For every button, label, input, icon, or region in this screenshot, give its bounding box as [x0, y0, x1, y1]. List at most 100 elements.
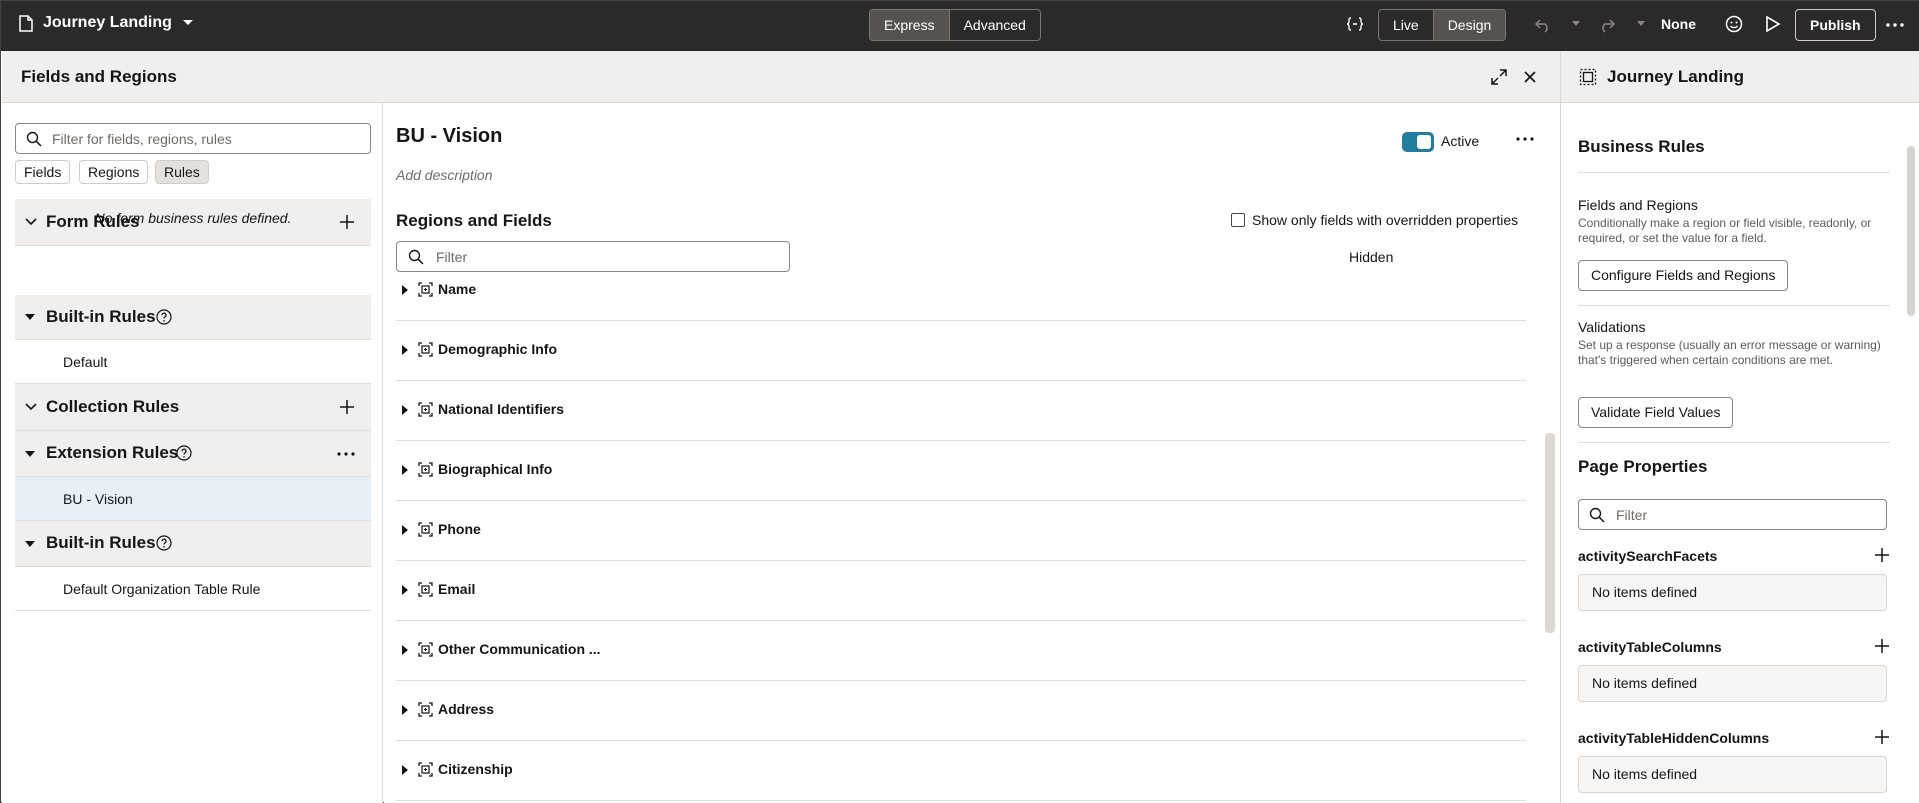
region-label: National Identifiers — [438, 401, 565, 417]
region-row[interactable]: Biographical Info — [396, 441, 1526, 501]
region-row[interactable]: Name — [396, 281, 1526, 321]
variable-icon[interactable] — [1346, 15, 1364, 33]
caret-right-icon[interactable] — [402, 645, 408, 655]
undo-icon[interactable] — [1534, 15, 1552, 33]
caret-right-icon[interactable] — [402, 765, 408, 775]
view-live-button[interactable]: Live — [1379, 10, 1433, 40]
properties-filter-input[interactable]: Filter — [1578, 499, 1887, 530]
none-selector[interactable]: None — [1661, 16, 1696, 32]
smiley-icon[interactable] — [1725, 15, 1743, 33]
validations-description: Set up a response (usually an error mess… — [1578, 338, 1881, 367]
region-icon — [418, 762, 433, 777]
scrollbar[interactable] — [1907, 146, 1915, 316]
mode-switch: Express Advanced — [869, 9, 1041, 41]
region-label: Email — [438, 581, 476, 597]
region-row[interactable]: Other Communication ... — [396, 621, 1526, 681]
active-toggle[interactable] — [1402, 132, 1434, 152]
region-icon — [418, 702, 433, 717]
add-icon[interactable] — [1874, 547, 1890, 563]
page-icon — [19, 14, 33, 32]
rules-search-input[interactable]: Filter for fields, regions, rules — [15, 123, 371, 154]
validate-field-values-button[interactable]: Validate Field Values — [1578, 397, 1734, 428]
caret-right-icon[interactable] — [402, 405, 408, 415]
more-options-icon[interactable] — [1886, 23, 1904, 27]
collection-rules-section[interactable]: Collection Rules — [15, 384, 371, 431]
mode-advanced-button[interactable]: Advanced — [948, 10, 1040, 40]
help-icon[interactable] — [156, 309, 172, 325]
caret-right-icon[interactable] — [402, 285, 408, 295]
help-icon[interactable] — [156, 535, 172, 551]
extension-rules-section[interactable]: Extension Rules — [15, 431, 371, 477]
caret-right-icon[interactable] — [402, 345, 408, 355]
view-switch: Live Design — [1378, 9, 1507, 41]
region-label: Citizenship — [438, 761, 513, 777]
add-icon[interactable] — [1874, 638, 1890, 654]
region-row[interactable]: Demographic Info — [396, 321, 1526, 381]
properties-title: Journey Landing — [1607, 67, 1744, 86]
fields-regions-subheading: Fields and Regions — [1578, 197, 1698, 213]
caret-right-icon[interactable] — [402, 585, 408, 595]
validations-subheading: Validations — [1578, 319, 1646, 335]
chip-regions[interactable]: Regions — [79, 160, 149, 184]
filter-placeholder: Filter — [1616, 506, 1648, 523]
caret-down-icon[interactable] — [25, 451, 35, 457]
builtin-rules-section[interactable]: Built-in Rules — [15, 295, 371, 340]
region-row[interactable]: Phone — [396, 501, 1526, 561]
help-icon[interactable] — [176, 445, 192, 461]
fields-regions-header: Fields and Regions — [2, 51, 1560, 103]
region-label: Demographic Info — [438, 341, 558, 357]
region-label: Name — [438, 281, 477, 297]
add-icon[interactable] — [339, 399, 355, 415]
region-icon — [418, 402, 433, 417]
view-design-button[interactable]: Design — [1432, 10, 1506, 40]
app-title-menu[interactable]: Journey Landing — [19, 14, 194, 32]
add-description-link[interactable]: Add description — [396, 167, 493, 183]
active-label: Active — [1441, 133, 1480, 149]
region-row[interactable]: Email — [396, 561, 1526, 621]
caret-down-icon[interactable] — [25, 314, 35, 320]
add-icon[interactable] — [1874, 729, 1890, 745]
region-row[interactable]: Address — [396, 681, 1526, 741]
caret-right-icon[interactable] — [402, 705, 408, 715]
region-icon — [418, 342, 433, 357]
chevron-down-icon[interactable] — [25, 403, 37, 411]
builtin-rules-label: Built-in Rules — [46, 307, 156, 326]
builtin-rules-section-2[interactable]: Built-in Rules — [15, 521, 371, 567]
undo-menu-chevron-icon[interactable] — [1572, 21, 1580, 27]
search-icon — [26, 131, 42, 147]
caret-right-icon[interactable] — [402, 525, 408, 535]
business-rules-heading: Business Rules — [1578, 137, 1705, 156]
chip-fields[interactable]: Fields — [15, 160, 71, 184]
rule-item-default[interactable]: Default — [15, 340, 371, 384]
publish-button[interactable]: Publish — [1795, 9, 1876, 41]
region-row[interactable]: Citizenship — [396, 741, 1526, 801]
page-frame-icon — [1579, 68, 1597, 86]
mode-express-button[interactable]: Express — [870, 10, 949, 40]
close-icon[interactable] — [1523, 70, 1537, 84]
more-options-icon[interactable] — [1516, 137, 1534, 141]
show-overridden-label: Show only fields with overridden propert… — [1252, 212, 1519, 228]
region-row[interactable]: National Identifiers — [396, 381, 1526, 441]
rule-name: BU - Vision — [396, 125, 503, 147]
caret-right-icon[interactable] — [402, 465, 408, 475]
rule-item-bu-vision[interactable]: BU - Vision — [15, 477, 371, 521]
caret-down-icon[interactable] — [25, 541, 35, 547]
scrollbar[interactable] — [1545, 433, 1555, 633]
hidden-column-header: Hidden — [1349, 249, 1394, 265]
show-overridden-checkbox[interactable]: Show only fields with overridden propert… — [1231, 212, 1518, 228]
region-icon — [418, 462, 433, 477]
play-icon[interactable] — [1765, 15, 1781, 33]
configure-fields-regions-button[interactable]: Configure Fields and Regions — [1578, 260, 1789, 291]
more-options-icon[interactable] — [337, 452, 355, 456]
redo-menu-chevron-icon[interactable] — [1637, 21, 1645, 27]
regions-filter-input[interactable]: Filter — [396, 241, 790, 272]
rule-item-default-organization[interactable]: Default Organization Table Rule — [15, 567, 371, 611]
redo-icon[interactable] — [1598, 15, 1616, 33]
page-properties-heading: Page Properties — [1578, 457, 1708, 476]
prop-activity-table-columns: activityTableColumns — [1578, 639, 1722, 655]
no-items-box: No items defined — [1578, 756, 1887, 793]
expand-icon[interactable] — [1490, 68, 1508, 86]
chevron-down-icon[interactable] — [182, 19, 194, 27]
chip-rules[interactable]: Rules — [155, 160, 209, 184]
checkbox-box[interactable] — [1231, 213, 1245, 227]
